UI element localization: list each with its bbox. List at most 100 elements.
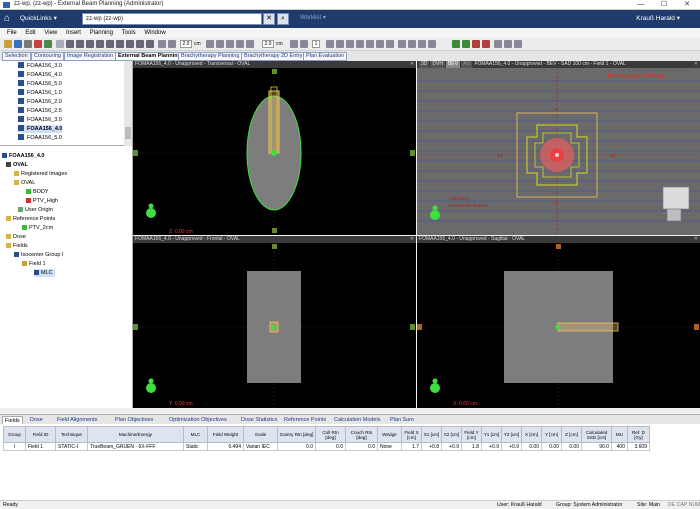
tree-fields[interactable]: Fields [6, 242, 28, 250]
plan-list-item[interactable]: FOAA156_4.0 [18, 71, 62, 79]
fit-mlc-icon[interactable] [300, 40, 308, 48]
col-header[interactable]: X1 [cm] [421, 426, 442, 443]
zoom-fit-icon[interactable] [96, 40, 104, 48]
search-icon[interactable]: ⌕ [277, 13, 289, 25]
plan-icon[interactable] [386, 40, 394, 48]
isocenter-icon[interactable] [168, 40, 176, 48]
table-cell[interactable]: Varian IEC [243, 442, 278, 451]
col-header[interactable]: Field Weight [207, 426, 244, 443]
tab-plan-evaluation[interactable]: Plan Evaluation [303, 52, 348, 61]
col-header[interactable]: Y [cm] [541, 426, 562, 443]
approve-icon[interactable] [376, 40, 384, 48]
annotation-icon[interactable] [514, 40, 522, 48]
col-header[interactable]: Y1 [cm] [481, 426, 502, 443]
dose-icon[interactable] [336, 40, 344, 48]
gantry-icon[interactable] [226, 40, 234, 48]
col-header[interactable]: X [cm] [521, 426, 542, 443]
tab-external-beam-planning[interactable]: External Beam Planning [115, 52, 184, 61]
col-header[interactable]: Wedge [377, 426, 402, 443]
tree-image[interactable]: OVAL [6, 161, 28, 169]
tree-registered-images[interactable]: Registered Images [14, 170, 67, 178]
plan-list-item-selected[interactable]: FOAA156_4.0 [18, 125, 63, 133]
table-cell[interactable]: 0.00 [541, 442, 562, 451]
table-cell[interactable]: 400 [611, 442, 628, 451]
table-cell[interactable]: Field 1 [25, 442, 56, 451]
table-cell[interactable]: 0.494 [207, 442, 244, 451]
zoom-out-icon[interactable] [86, 40, 94, 48]
viewport-bev[interactable]: 3D DVH BEV Arc FOMAA156_4.0 - Unapproved - B… [417, 61, 700, 235]
tree-dose[interactable]: Dose [6, 233, 26, 241]
col-header[interactable]: Scale [243, 426, 278, 443]
viewport-frontal[interactable]: FOMAA156_4.0 - Unapproved - Frontal - OV… [133, 236, 416, 408]
tab-contouring[interactable]: Contouring [31, 52, 64, 61]
table-cell[interactable]: 1.8 [461, 442, 482, 451]
count-input[interactable]: 1 [312, 40, 320, 48]
optimize-icon[interactable] [346, 40, 354, 48]
table-cell[interactable]: 0.00 [561, 442, 582, 451]
table-cell[interactable]: 0.00 [521, 442, 542, 451]
target-icon[interactable] [418, 40, 426, 48]
plan-list-item[interactable]: FOAA156_3.0 [18, 62, 62, 70]
col-header[interactable]: Group [3, 426, 26, 443]
menu-insert[interactable]: Insert [66, 28, 81, 38]
table-cell[interactable]: +0.9 [501, 442, 522, 451]
structure-icon[interactable] [428, 40, 436, 48]
scrollbar-thumb[interactable] [125, 127, 131, 139]
tree-mlc[interactable]: MLC [34, 269, 55, 277]
close-patient-icon[interactable]: ✕ [263, 13, 275, 25]
tree-isocenter-group[interactable]: Isocenter Group I [14, 251, 64, 259]
field-icon[interactable] [206, 40, 214, 48]
collimator-icon[interactable] [216, 40, 224, 48]
home-icon[interactable]: ⌂ [4, 13, 16, 25]
menu-tools[interactable]: Tools [122, 28, 136, 38]
table-cell[interactable]: TrueBeam_GRUEN - 6X-FFF [87, 442, 184, 451]
worklist-menu[interactable]: Worklist ▾ [300, 14, 326, 21]
table-cell[interactable]: +0.9 [441, 442, 462, 451]
couch-icon[interactable] [236, 40, 244, 48]
col-header[interactable]: Field X [cm] [401, 426, 422, 443]
menu-view[interactable]: View [44, 28, 57, 38]
table-cell[interactable]: STATIC-I [55, 442, 88, 451]
table-cell[interactable]: 90.0 [581, 442, 612, 451]
col-header[interactable]: Technique [55, 426, 88, 443]
open-icon[interactable] [4, 40, 12, 48]
print-icon[interactable] [24, 40, 32, 48]
tree-plan[interactable]: FOAA156_4.0 [2, 152, 44, 160]
undo-icon[interactable] [44, 40, 52, 48]
save-icon[interactable] [14, 40, 22, 48]
col-header[interactable]: MLC [183, 426, 208, 443]
col-header[interactable]: Calculated SSD [cm] [581, 426, 612, 443]
tree-user-origin[interactable]: User Origin [18, 206, 53, 214]
calc-icon[interactable] [326, 40, 334, 48]
col-header[interactable]: Y2 [cm] [501, 426, 522, 443]
beam-icon[interactable] [398, 40, 406, 48]
window-level-icon[interactable] [106, 40, 114, 48]
plan-list-item[interactable]: FOAA156_5.0 [18, 80, 62, 88]
plan-list-item[interactable]: FOAA156_2.5 [18, 107, 62, 115]
col-header[interactable]: Field Y [cm] [461, 426, 482, 443]
wedge-icon[interactable] [246, 40, 254, 48]
plan-list-item[interactable]: FOAA156_2.0 [18, 98, 62, 106]
tree-structure-set[interactable]: OVAL [14, 179, 35, 187]
tab-image-registration[interactable]: Image Registration [64, 52, 117, 61]
maximize-button[interactable]: ☐ [653, 0, 675, 10]
col-header[interactable]: Gantry Rtn [deg] [277, 426, 316, 443]
col-header[interactable]: Z [cm] [561, 426, 582, 443]
tree-reference-points[interactable]: Reference Points [6, 215, 55, 223]
tab-selection[interactable]: Selection [2, 52, 31, 61]
close-button[interactable]: ✕ [676, 0, 698, 10]
tree-ref-point-ptv[interactable]: PTV_2cm [22, 224, 53, 232]
tree-structure-ptv[interactable]: PTV_High [26, 197, 58, 205]
table-cell[interactable]: Static [183, 442, 208, 451]
menu-window[interactable]: Window [144, 28, 165, 38]
menu-edit[interactable]: Edit [25, 28, 35, 38]
pan-icon[interactable] [66, 40, 74, 48]
col-header[interactable]: Coll Rtn [deg] [315, 426, 346, 443]
ruler-icon[interactable] [504, 40, 512, 48]
zoom-in-icon[interactable] [76, 40, 84, 48]
arc-icon[interactable] [408, 40, 416, 48]
plan-list-item[interactable]: FOAA156_3.0 [18, 116, 62, 124]
report-icon[interactable] [366, 40, 374, 48]
stop-icon[interactable] [482, 40, 490, 48]
move-icon[interactable] [158, 40, 166, 48]
